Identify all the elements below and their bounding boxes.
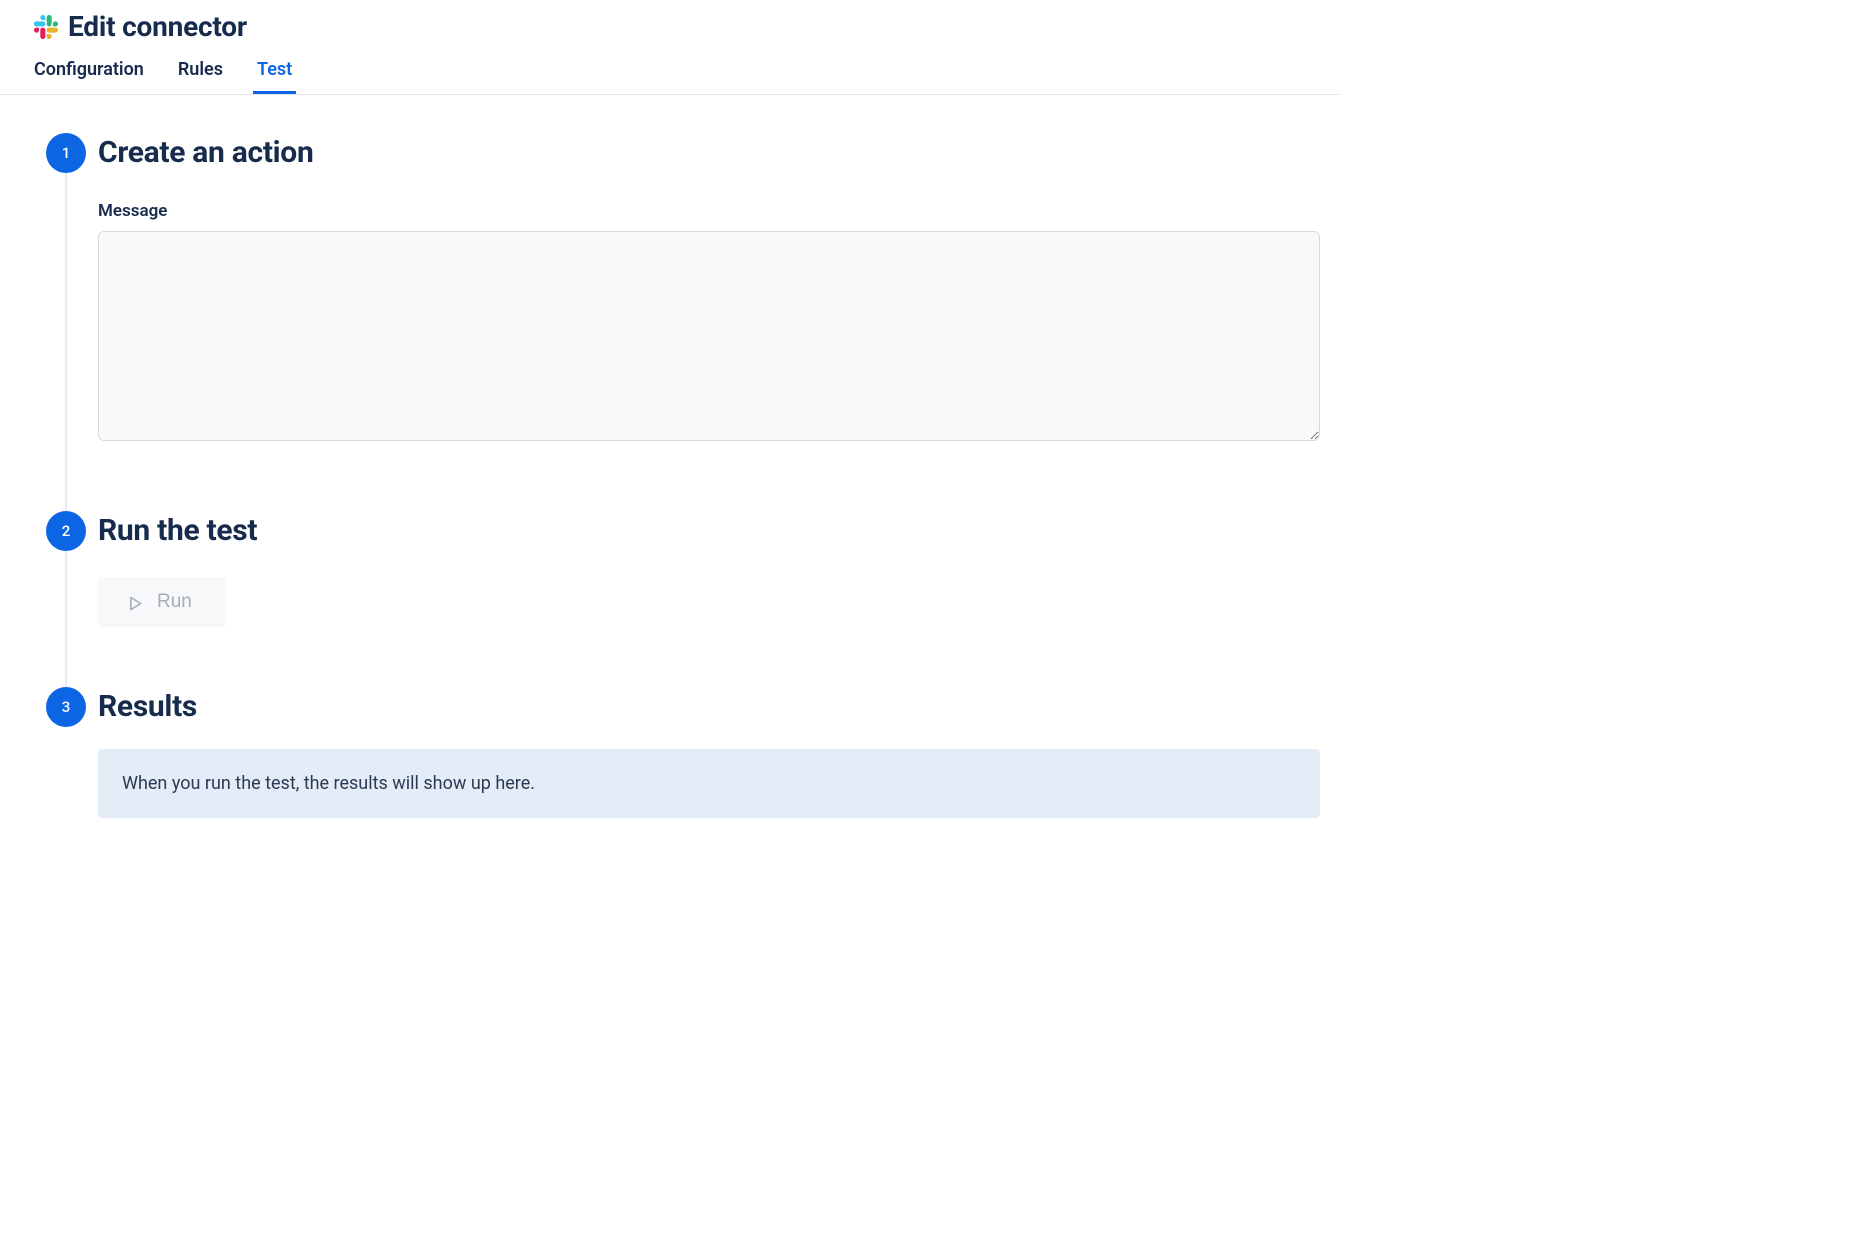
run-button[interactable]: Run [98,577,226,627]
play-icon [128,595,143,610]
step-1-title: Create an action [98,133,1320,173]
tab-bar: Configuration Rules Test [34,47,1306,94]
step-badge-3: 3 [46,687,86,727]
page-title: Edit connector [68,10,247,43]
tab-test[interactable]: Test [257,59,292,94]
slack-icon [34,15,58,39]
step-1-body-row: Message [34,173,1320,511]
message-textarea[interactable] [98,231,1320,441]
step-1-header: 1 Create an action [34,133,1320,173]
step-2-body-row: Run [34,551,1320,687]
run-button-label: Run [157,591,192,613]
tab-rules[interactable]: Rules [178,59,223,94]
test-tab-content: 1 Create an action Message 2 Run the tes… [0,95,1340,858]
step-3-header: 3 Results [34,687,1320,727]
title-row: Edit connector [34,10,1306,43]
results-placeholder: When you run the test, the results will … [98,749,1320,818]
step-3-title: Results [98,687,1320,727]
step-badge-1: 1 [46,133,86,173]
tab-configuration[interactable]: Configuration [34,59,144,94]
page-header: Edit connector Configuration Rules Test [0,0,1340,94]
step-badge-2: 2 [46,511,86,551]
step-2-title: Run the test [98,511,1320,551]
step-3-body-row: When you run the test, the results will … [34,727,1320,818]
message-label: Message [98,201,1320,221]
step-connector-line [65,551,67,687]
step-connector-line [65,173,67,511]
step-2-header: 2 Run the test [34,511,1320,551]
